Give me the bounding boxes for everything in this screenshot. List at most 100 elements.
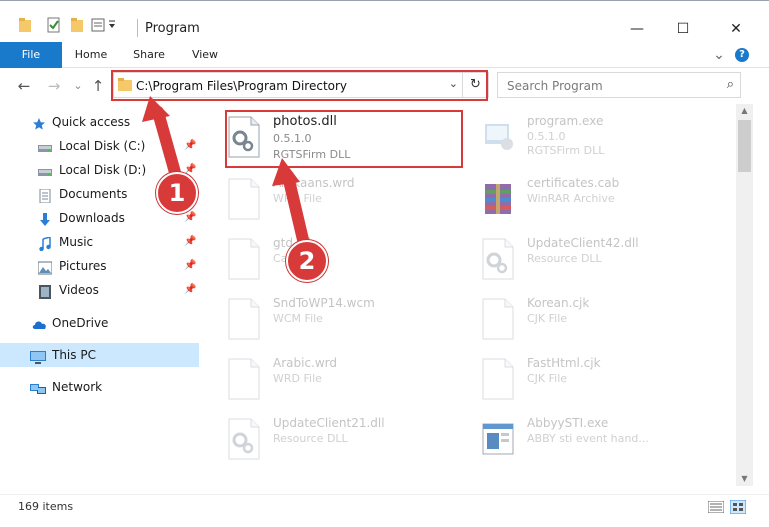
item-count: 169 items — [18, 500, 74, 513]
help-icon[interactable]: ? — [735, 48, 749, 62]
file-item-arabic-wrd[interactable]: Arabic.wrd WRD File — [205, 348, 445, 404]
scrollbar-thumb[interactable] — [738, 120, 751, 172]
title-bar: Program — ☐ ✕ — [0, 0, 769, 42]
sidebar-item-label: Local Disk (D:) — [59, 163, 147, 177]
details-view-icon[interactable] — [707, 500, 725, 516]
sidebar-item-pictures[interactable]: Pictures 📌 — [0, 254, 199, 278]
tab-share[interactable]: Share — [122, 42, 176, 68]
new-folder-icon[interactable] — [70, 17, 84, 37]
sidebar-item-label: Local Disk (C:) — [59, 139, 146, 153]
blank-file-icon — [227, 238, 261, 280]
blank-file-icon — [227, 298, 261, 340]
file-name: FastHtml.cjk — [527, 356, 601, 370]
up-arrow-icon[interactable]: ↑ — [88, 76, 108, 96]
vertical-scrollbar[interactable]: ▲ ▼ — [736, 104, 753, 486]
sidebar-item-label: Downloads — [59, 211, 125, 225]
blank-file-icon — [481, 298, 515, 340]
scroll-down-icon[interactable]: ▼ — [736, 472, 753, 486]
file-name: UpdateClient21.dll — [273, 416, 385, 430]
star-icon — [32, 115, 46, 130]
properties-icon[interactable] — [46, 17, 62, 37]
file-name: Afrikaans.wrd — [273, 176, 355, 190]
sidebar-item-quick-access[interactable]: Quick access — [0, 110, 199, 134]
sidebar-item-label: OneDrive — [52, 316, 109, 330]
step-callout-2: 2 — [286, 240, 328, 282]
customize-toolbar-icon[interactable] — [91, 17, 121, 37]
file-name: Arabic.wrd — [273, 356, 338, 370]
dll-gear-icon — [481, 238, 515, 280]
file-type: Resource DLL — [527, 252, 602, 265]
pin-icon: 📌 — [184, 236, 197, 247]
drive-icon — [38, 163, 52, 177]
file-type: ABBY sti event hand... — [527, 432, 649, 445]
file-item-certificates-cab[interactable]: certificates.cab WinRAR Archive — [459, 168, 699, 224]
tab-file[interactable]: File — [0, 42, 62, 68]
navigation-pane: Quick access Local Disk (C:) 📌 Local Dis… — [0, 106, 205, 486]
step-callout-1: 1 — [156, 172, 198, 214]
file-name: AbbyySTI.exe — [527, 416, 609, 430]
sidebar-item-music[interactable]: Music 📌 — [0, 230, 199, 254]
search-box[interactable]: Search Program ⌕ — [497, 72, 741, 98]
this-pc-icon — [30, 348, 46, 364]
file-name: SndToWP14.wcm — [273, 296, 375, 310]
pin-icon: 📌 — [184, 284, 197, 295]
tab-home[interactable]: Home — [64, 42, 118, 68]
file-type: CJK File — [527, 372, 568, 385]
sidebar-item-label: Music — [59, 235, 94, 249]
file-item-updateclient21-dll[interactable]: UpdateClient21.dll Resource DLL — [205, 408, 445, 464]
file-item-program-exe[interactable]: program.exe 0.5.1.0 RGTSFirm DLL — [459, 106, 699, 162]
maximize-button[interactable]: ☐ — [660, 15, 706, 43]
pin-icon: 📌 — [184, 140, 197, 151]
sidebar-item-label: Quick access — [52, 115, 131, 129]
sidebar-item-label: This PC — [52, 348, 96, 362]
file-item-korean-cjk[interactable]: Korean.cjk CJK File — [459, 288, 699, 344]
sidebar-item-local-disk-c[interactable]: Local Disk (C:) 📌 — [0, 134, 199, 158]
exe-icon — [481, 116, 515, 158]
file-type: CJK File — [527, 312, 568, 325]
file-name: UpdateClient42.dll — [527, 236, 639, 250]
file-type: WRD File — [273, 372, 322, 385]
ribbon-tabs: File Home Share View ⌄ ? — [0, 42, 769, 68]
archive-icon — [481, 178, 515, 220]
sidebar-item-videos[interactable]: Videos 📌 — [0, 278, 199, 302]
sidebar-item-network[interactable]: Network — [0, 375, 199, 399]
large-icons-view-icon[interactable] — [729, 499, 747, 517]
file-item-fasthtml-cjk[interactable]: FastHtml.cjk CJK File — [459, 348, 699, 404]
forward-arrow-icon[interactable]: → — [44, 76, 64, 96]
pin-icon: 📌 — [184, 260, 197, 271]
scroll-up-icon[interactable]: ▲ — [736, 104, 753, 118]
search-input[interactable]: Search Program — [507, 79, 603, 93]
ribbon-collapse-icon[interactable]: ⌄ — [710, 42, 728, 68]
sidebar-item-this-pc[interactable]: This PC — [0, 343, 199, 367]
file-name: program.exe — [527, 114, 604, 128]
documents-icon — [38, 187, 52, 204]
music-icon — [38, 235, 52, 252]
file-item-updateclient42-dll[interactable]: UpdateClient42.dll Resource DLL — [459, 228, 699, 284]
minimize-button[interactable]: — — [614, 15, 660, 43]
network-icon — [30, 380, 46, 394]
sidebar-item-label: Network — [52, 380, 103, 394]
folder-icon — [18, 17, 32, 37]
file-type: WCM File — [273, 312, 323, 325]
app-window-icon — [481, 418, 515, 460]
sidebar-item-label: Pictures — [59, 259, 107, 273]
sidebar-item-onedrive[interactable]: OneDrive — [0, 311, 199, 335]
status-bar: 169 items — [0, 494, 769, 518]
file-highlight-box — [225, 110, 463, 168]
title-separator — [137, 19, 138, 37]
videos-icon — [38, 283, 52, 299]
recent-locations-icon[interactable]: ⌄ — [68, 76, 88, 96]
onedrive-icon — [32, 316, 46, 330]
file-item-afrikaans-wrd[interactable]: Afrikaans.wrd WRD File — [205, 168, 445, 224]
file-item-abbyysti-exe[interactable]: AbbyySTI.exe ABBY sti event hand... — [459, 408, 699, 464]
tab-view[interactable]: View — [180, 42, 230, 68]
search-icon[interactable]: ⌕ — [727, 77, 734, 92]
file-type: WinRAR Archive — [527, 192, 615, 205]
file-item-sndtowp14-wcm[interactable]: SndToWP14.wcm WCM File — [205, 288, 445, 344]
file-list: photos.dll 0.5.1.0 RGTSFirm DLL program.… — [205, 106, 736, 486]
file-description: RGTSFirm DLL — [527, 144, 605, 157]
close-button[interactable]: ✕ — [713, 15, 759, 43]
back-arrow-icon[interactable]: ← — [14, 76, 34, 96]
sidebar-item-label: Documents — [59, 187, 128, 201]
downloads-icon — [38, 211, 52, 226]
